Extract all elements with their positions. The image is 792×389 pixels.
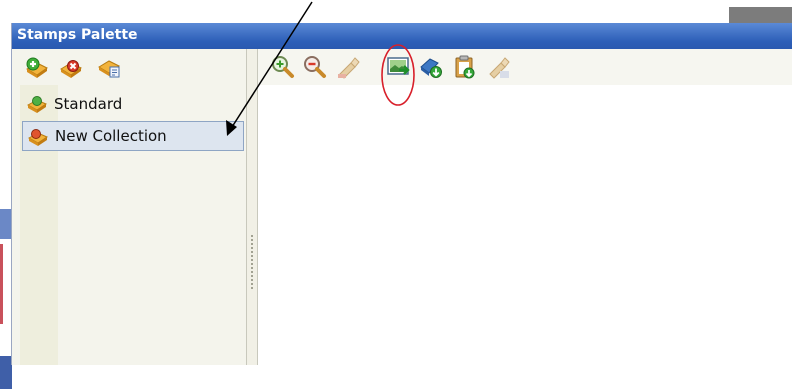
paste-stamp-button[interactable] [452, 54, 478, 80]
import-image-icon [387, 57, 410, 75]
collection-properties-button[interactable] [96, 54, 122, 80]
title-bar[interactable]: Stamps Palette [12, 23, 792, 49]
import-stamp-button[interactable] [418, 54, 444, 80]
stamp-button[interactable] [336, 54, 362, 80]
collection-properties-icon [98, 60, 120, 78]
background-fragment [0, 209, 12, 239]
background-fragment [0, 356, 12, 389]
window-title: Stamps Palette [17, 27, 138, 43]
zoom-in-icon [272, 56, 294, 78]
collection-item-new-collection[interactable]: New Collection [22, 121, 244, 151]
paste-stamp-icon [455, 55, 475, 79]
stamp-properties-button[interactable] [486, 54, 512, 80]
collection-item-standard[interactable]: Standard [22, 89, 244, 119]
import-stamp-icon [420, 58, 442, 78]
import-image-button[interactable] [386, 54, 412, 80]
stamps-pane [258, 49, 792, 365]
collection-label: New Collection [55, 127, 167, 145]
collection-label: Standard [54, 95, 123, 113]
add-collection-icon [26, 57, 48, 78]
collection-icon [27, 129, 49, 146]
background-app-strip [0, 24, 12, 389]
stamp-properties-disabled-icon [489, 57, 510, 79]
zoom-out-button[interactable] [302, 54, 328, 80]
add-collection-button[interactable] [24, 54, 50, 80]
collection-list: Standard New Collection [22, 85, 246, 365]
collections-pane: Standard New Collection [12, 49, 246, 365]
collection-icon [26, 96, 48, 113]
splitter-grip[interactable] [250, 234, 254, 290]
pane-splitter[interactable] [246, 49, 258, 365]
delete-collection-button[interactable] [58, 54, 84, 80]
background-fragment [0, 244, 3, 324]
stamp-disabled-icon [338, 57, 360, 79]
stamps-palette-window: Stamps Palette Standard New Collection [12, 23, 792, 365]
delete-collection-icon [60, 60, 82, 78]
zoom-in-button[interactable] [270, 54, 296, 80]
stamps-toolbar [258, 49, 792, 85]
zoom-out-icon [304, 56, 326, 78]
collections-toolbar [12, 49, 246, 85]
